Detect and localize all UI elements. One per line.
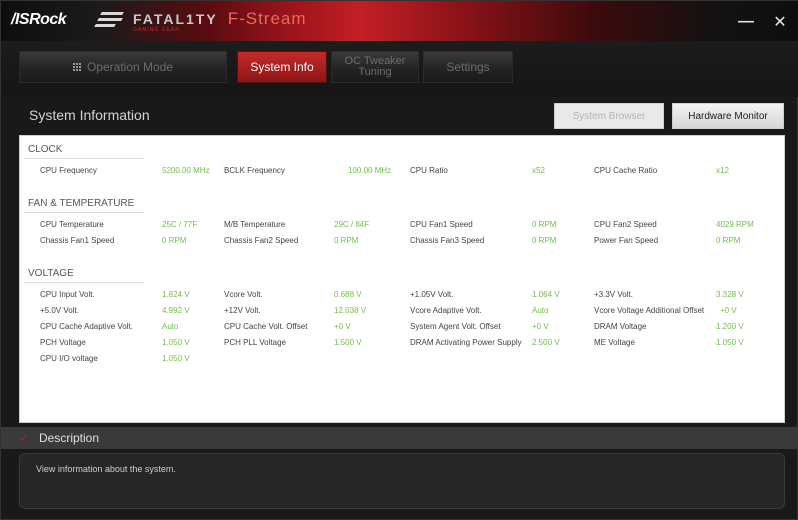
info-label: +5.0V Volt. — [40, 306, 79, 315]
tab-label: System Info — [250, 60, 314, 74]
voltage-heading: VOLTAGE — [28, 268, 74, 279]
info-value: 0 RPM — [162, 236, 187, 245]
check-icon: ✓ — [19, 433, 29, 445]
description-box: View information about the system. — [19, 453, 785, 509]
info-value: x52 — [532, 166, 545, 175]
info-value: +0 V — [720, 306, 737, 315]
info-value: 1.064 V — [532, 290, 560, 299]
info-value: Auto — [532, 306, 549, 315]
brand-area: FATAL1TY GAMING GEAR F-Stream — [94, 9, 307, 33]
info-label: +1.05V Volt. — [410, 290, 454, 299]
minimize-button[interactable]: — — [731, 11, 761, 33]
info-label: System Agent Volt. Offset — [410, 322, 501, 331]
system-browser-button[interactable]: System Browser — [554, 103, 664, 129]
info-label: Chassis Fan2 Speed — [224, 236, 299, 245]
info-value: 0 RPM — [716, 236, 741, 245]
info-label: BCLK Frequency — [224, 166, 285, 175]
info-label: Power Fan Speed — [594, 236, 659, 245]
info-value: 4029 RPM — [716, 220, 754, 229]
tab-label: Operation Mode — [86, 60, 174, 74]
info-value: 4.992 V — [162, 306, 190, 315]
info-value: Auto — [162, 322, 179, 331]
info-value: 1.200 V — [716, 322, 744, 331]
fan-temp-heading: FAN & TEMPERATURE — [28, 198, 135, 209]
divider — [24, 212, 144, 213]
info-label: CPU I/O voltage — [40, 354, 98, 363]
info-label: CPU Ratio — [410, 166, 448, 175]
tab-system-info[interactable]: System Info — [237, 51, 327, 83]
info-label: Vcore Voltage Additional Offset — [594, 306, 705, 315]
clock-heading: CLOCK — [28, 144, 63, 155]
info-label: +3.3V Volt. — [594, 290, 633, 299]
main-tabs: Operation Mode System Info OC Tweaker Tu… — [1, 41, 798, 97]
info-value: 0 RPM — [532, 236, 557, 245]
info-label: Chassis Fan1 Speed — [40, 236, 115, 245]
section-header: System Information System Browser Hardwa… — [19, 97, 785, 135]
info-value: 1.824 V — [162, 290, 190, 299]
info-label: DRAM Activating Power Supply — [410, 338, 522, 347]
info-value: 3.328 V — [716, 290, 744, 299]
close-button[interactable]: ✕ — [765, 11, 795, 33]
info-label: ME Voltage — [594, 338, 635, 347]
title-bar[interactable]: /ISRock FATAL1TY GAMING GEAR F-Stream — … — [1, 1, 798, 41]
info-label: CPU Temperature — [40, 220, 104, 229]
divider — [24, 282, 144, 283]
info-value: 1.050 V — [716, 338, 744, 347]
info-value: 25C / 77F — [162, 220, 198, 229]
tab-operation-mode[interactable]: Operation Mode — [19, 51, 227, 83]
info-label: CPU Fan2 Speed — [594, 220, 657, 229]
info-label: CPU Frequency — [40, 166, 97, 175]
info-value: 12.038 V — [334, 306, 367, 315]
info-value: 0 RPM — [334, 236, 359, 245]
info-value: 100.00 MHz — [348, 166, 392, 175]
info-label: CPU Input Volt. — [40, 290, 95, 299]
info-label: CPU Cache Ratio — [594, 166, 658, 175]
info-value: +0 V — [334, 322, 351, 331]
description-header[interactable]: ✓ Description — [1, 427, 798, 449]
system-info-panel: CLOCK CPU Frequency 5200.00 MHz BCLK Fre… — [19, 135, 785, 423]
info-label: PCH Voltage — [40, 338, 86, 347]
info-value: 0.688 V — [334, 290, 362, 299]
info-value: 1.050 V — [162, 354, 190, 363]
info-label: M/B Temperature — [224, 220, 286, 229]
minimize-icon: — — [738, 13, 754, 30]
info-label: +12V Volt. — [224, 306, 261, 315]
info-label: Vcore Adaptive Volt. — [410, 306, 482, 315]
description-text: View information about the system. — [36, 464, 176, 474]
info-label: CPU Cache Adaptive Volt. — [40, 322, 133, 331]
hardware-monitor-button[interactable]: Hardware Monitor — [672, 103, 784, 129]
app-window: /ISRock FATAL1TY GAMING GEAR F-Stream — … — [0, 0, 798, 520]
info-label: CPU Cache Volt. Offset — [224, 322, 308, 331]
tab-label: OC Tweaker Tuning — [344, 55, 406, 78]
fatality-logo-icon — [94, 9, 127, 29]
info-value: 5200.00 MHz — [162, 166, 210, 175]
grid-icon — [72, 63, 81, 71]
fatality-brand: FATAL1TY — [133, 11, 218, 27]
close-icon: ✕ — [773, 14, 787, 31]
divider — [24, 158, 144, 159]
info-label: DRAM Voltage — [594, 322, 647, 331]
tab-label: Settings — [446, 60, 490, 74]
info-value: +0 V — [532, 322, 549, 331]
info-value: x12 — [716, 166, 729, 175]
info-value: 29C / 84F — [334, 220, 370, 229]
page-title: System Information — [29, 107, 150, 123]
tab-settings[interactable]: Settings — [423, 51, 513, 83]
info-value: 0 RPM — [532, 220, 557, 229]
info-value: 1.500 V — [334, 338, 362, 347]
info-label: PCH PLL Voltage — [224, 338, 286, 347]
info-value: 1.050 V — [162, 338, 190, 347]
asrock-logo: /ISRock — [11, 11, 67, 28]
app-title: F-Stream — [227, 9, 307, 28]
info-label: CPU Fan1 Speed — [410, 220, 473, 229]
info-label: Chassis Fan3 Speed — [410, 236, 485, 245]
info-value: 2.500 V — [532, 338, 560, 347]
description-title: Description — [39, 431, 100, 445]
info-label: Vcore Volt. — [224, 290, 263, 299]
fatality-brand-sub: GAMING GEAR — [133, 27, 180, 33]
tab-oc-tweaker-tuning[interactable]: OC Tweaker Tuning — [331, 51, 419, 83]
